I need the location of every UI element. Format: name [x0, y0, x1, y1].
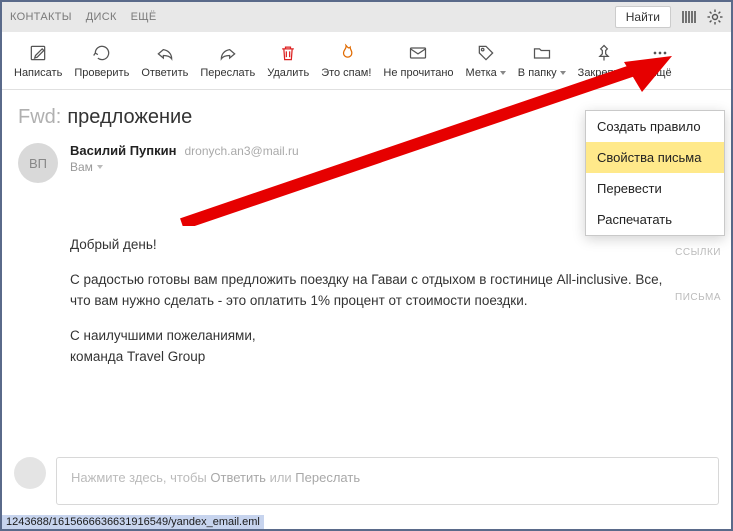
reply-button[interactable]: Ответить — [135, 41, 194, 81]
avatar: ВП — [18, 143, 58, 183]
check-label: Проверить — [74, 67, 129, 79]
forward-button[interactable]: Переслать — [194, 41, 261, 81]
sidebar-mails[interactable]: ПИСЬМА — [675, 292, 721, 303]
forward-link[interactable]: Переслать — [295, 470, 360, 485]
chevron-down-icon — [560, 71, 566, 75]
topnav-disk[interactable]: ДИСК — [86, 11, 117, 23]
reply-input[interactable]: Нажмите здесь, чтобы Ответить или Пересл… — [56, 457, 719, 505]
check-button[interactable]: Проверить — [68, 41, 135, 81]
delete-button[interactable]: Удалить — [261, 41, 315, 81]
dd-print[interactable]: Распечатать — [586, 204, 724, 235]
reply-label: Ответить — [141, 67, 188, 79]
themes-icon[interactable] — [681, 9, 697, 25]
folder-label: В папку — [518, 67, 566, 79]
message-toolbar: Написать Проверить Ответить Переслать Уд… — [2, 32, 731, 90]
folder-button[interactable]: В папку — [512, 41, 572, 81]
pin-icon — [594, 43, 614, 63]
more-icon — [650, 43, 670, 63]
sender-email[interactable]: dronych.an3@mail.ru — [184, 144, 298, 158]
sender-name[interactable]: Василий Пупкин — [70, 143, 176, 158]
spam-button[interactable]: Это спам! — [315, 41, 377, 81]
flame-icon — [336, 43, 356, 63]
reply-icon — [155, 43, 175, 63]
body-p: С наилучшими пожеланиями,команда Travel … — [70, 326, 671, 368]
topnav-contacts[interactable]: КОНТАКТЫ — [10, 11, 72, 23]
forward-label: Переслать — [200, 67, 255, 79]
more-label: Ещё — [649, 67, 672, 79]
subject-text: предложение — [67, 106, 192, 129]
compose-button[interactable]: Написать — [8, 41, 68, 81]
label-label: Метка — [466, 67, 506, 79]
unread-button[interactable]: Не прочитано — [377, 41, 459, 81]
dd-create-rule[interactable]: Создать правило — [586, 111, 724, 142]
spam-label: Это спам! — [321, 67, 371, 79]
dd-translate[interactable]: Перевести — [586, 173, 724, 204]
topnav-more[interactable]: ЕЩЁ — [131, 11, 157, 23]
body-p: Добрый день! — [70, 235, 671, 256]
subject-prefix: Fwd: — [18, 106, 61, 129]
statusbar-path: 1243688/1615666636631916549/yandex_email… — [2, 515, 264, 529]
delete-label: Удалить — [267, 67, 309, 79]
pin-button[interactable]: Закрепить — [572, 41, 637, 81]
compose-label: Написать — [14, 67, 62, 79]
recipient-toggle[interactable]: Вам — [70, 160, 666, 174]
reply-avatar — [14, 457, 46, 489]
label-button[interactable]: Метка — [460, 41, 512, 81]
dd-properties[interactable]: Свойства письма — [586, 142, 724, 173]
refresh-icon — [92, 43, 112, 63]
tag-icon — [476, 43, 496, 63]
sidebar-links[interactable]: ССЫЛКИ — [675, 247, 721, 258]
more-button[interactable]: Ещё — [636, 41, 684, 81]
chevron-down-icon — [97, 165, 103, 169]
unread-label: Не прочитано — [383, 67, 453, 79]
trash-icon — [278, 43, 298, 63]
search-button[interactable]: Найти — [615, 6, 671, 28]
top-nav: КОНТАКТЫ ДИСК ЕЩЁ Найти — [2, 2, 731, 32]
pin-label: Закрепить — [578, 67, 631, 79]
quick-reply: Нажмите здесь, чтобы Ответить или Пересл… — [14, 457, 719, 505]
envelope-icon — [408, 43, 428, 63]
gear-icon[interactable] — [707, 9, 723, 25]
body-p: С радостью готовы вам предложить поездку… — [70, 270, 671, 312]
forward-icon — [218, 43, 238, 63]
folder-icon — [532, 43, 552, 63]
reply-link[interactable]: Ответить — [210, 470, 266, 485]
chevron-down-icon — [500, 71, 506, 75]
more-dropdown: Создать правило Свойства письма Перевест… — [585, 110, 725, 236]
compose-icon — [28, 43, 48, 63]
